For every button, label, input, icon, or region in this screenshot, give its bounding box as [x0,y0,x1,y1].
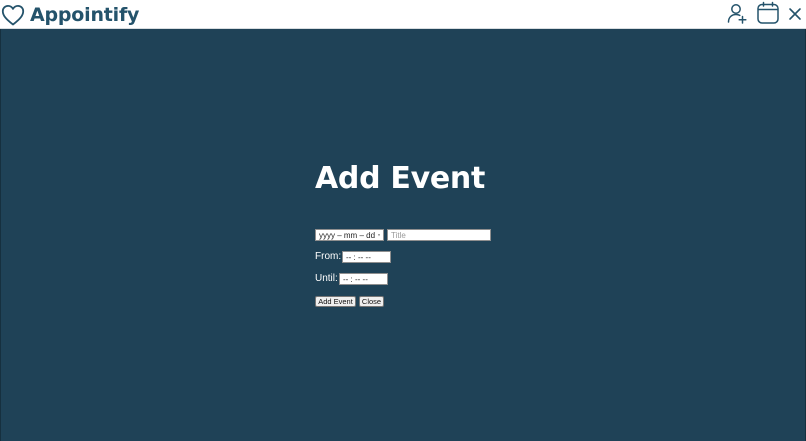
app-header: Appointify [0,0,806,29]
date-placeholder: yyyy – mm – dd [319,230,376,240]
close-icon[interactable] [788,7,802,21]
until-label: Until: [315,273,338,284]
add-user-icon[interactable] [726,2,748,26]
heart-icon [1,5,25,26]
brand[interactable]: Appointify [1,3,139,27]
app-name: Appointify [30,4,140,26]
page-title: Add Event [315,161,486,196]
title-placeholder: Title [391,230,406,240]
from-label: From: [315,251,342,262]
until-time-input[interactable]: -- : -- -- [339,273,388,285]
add-event-button[interactable]: Add Event [315,296,356,307]
date-input[interactable]: yyyy – mm – dd [315,229,384,241]
until-time-placeholder: -- : -- -- [343,274,368,284]
close-button[interactable]: Close [359,296,384,307]
calendar-picker-icon[interactable] [378,231,380,239]
calendar-icon[interactable] [756,1,780,25]
from-time-placeholder: -- : -- -- [346,252,371,262]
title-input[interactable]: Title [387,229,491,241]
from-time-input[interactable]: -- : -- -- [342,251,391,263]
